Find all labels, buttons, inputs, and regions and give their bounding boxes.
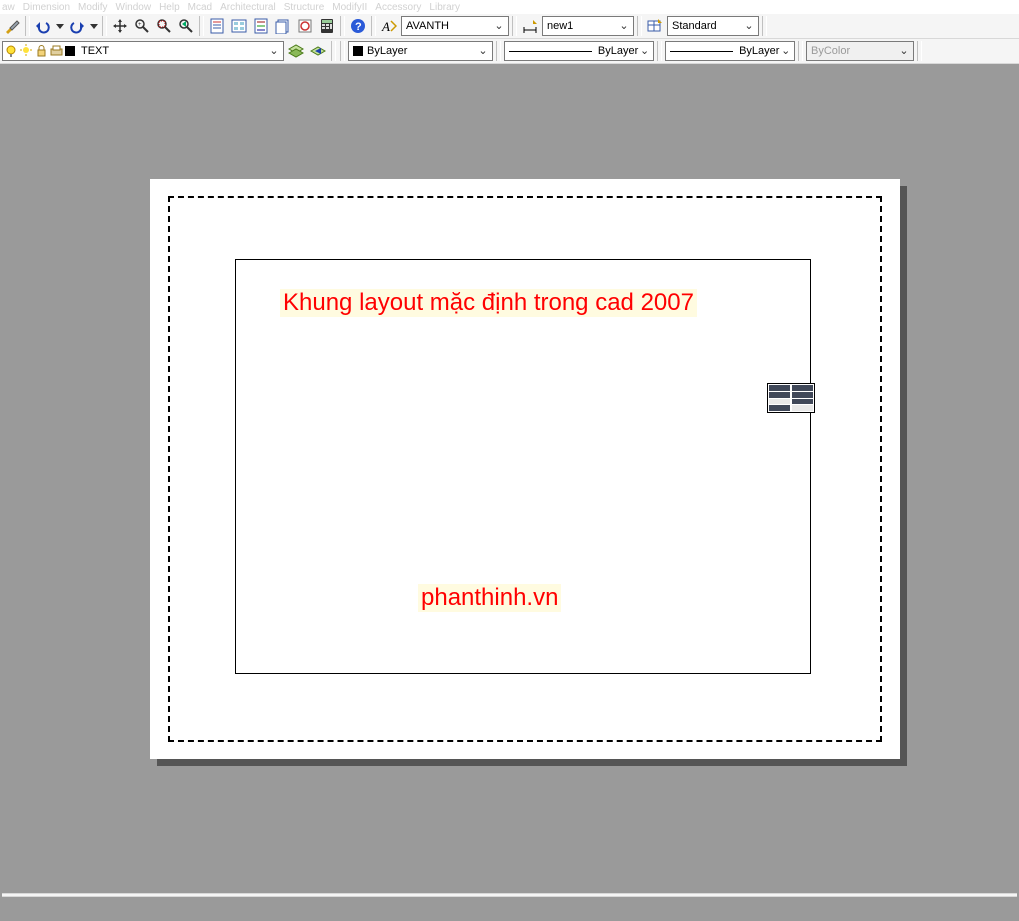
menu-item[interactable]: Library — [429, 2, 460, 10]
separator — [762, 16, 767, 36]
color-swatch — [353, 46, 363, 56]
tool-palettes-icon[interactable] — [251, 16, 271, 36]
table-style-combo[interactable]: Standard ⌄ — [667, 16, 759, 36]
chevron-down-icon: ⌄ — [638, 42, 651, 60]
separator — [199, 16, 204, 36]
lineweight-combo[interactable]: ByLayer ⌄ — [665, 41, 795, 61]
dim-style-combo[interactable]: new1 ⌄ — [542, 16, 634, 36]
quickcalc-icon[interactable] — [317, 16, 337, 36]
linetype-combo[interactable]: ByLayer ⌄ — [504, 41, 654, 61]
zoom-window-icon[interactable] — [154, 16, 174, 36]
plotstyle-value: ByColor — [811, 42, 850, 60]
layer-previous-icon[interactable] — [308, 41, 328, 61]
bottom-bar — [0, 897, 1019, 921]
annotation-watermark: phanthinh.vn — [418, 584, 561, 612]
separator — [637, 16, 642, 36]
separator — [340, 16, 345, 36]
undo-icon[interactable] — [33, 16, 53, 36]
zoom-previous-icon[interactable] — [176, 16, 196, 36]
design-center-icon[interactable] — [229, 16, 249, 36]
lineweight-sample — [670, 51, 733, 52]
dim-style-icon[interactable] — [520, 16, 540, 36]
chevron-down-icon: ⌄ — [897, 42, 911, 60]
bulb-on-icon — [5, 44, 18, 58]
text-style-icon[interactable]: A — [379, 16, 399, 36]
toolbar-row-2: TEXT ⌄ ByLayer ⌄ ByLayer ⌄ ByLayer ⌄ ByC… — [0, 39, 1019, 64]
menu-item[interactable]: Structure — [284, 2, 325, 10]
properties-icon[interactable] — [207, 16, 227, 36]
color-value: ByLayer — [367, 42, 407, 60]
help-icon[interactable]: ? — [348, 16, 368, 36]
separator — [25, 16, 30, 36]
redo-dropdown-icon[interactable] — [89, 16, 99, 36]
undo-dropdown-icon[interactable] — [55, 16, 65, 36]
chevron-down-icon: ⌄ — [742, 17, 756, 35]
text-style-value: AVANTH — [406, 17, 449, 35]
toolbar-row-1: + ? A AVANTH ⌄ new1 ⌄ — [0, 14, 1019, 39]
separator — [340, 41, 345, 61]
sheet-set-icon[interactable] — [273, 16, 293, 36]
menu-item[interactable]: Help — [159, 2, 180, 10]
menubar: aw Dimension Modify Window Help Mcad Arc… — [0, 0, 1019, 14]
lock-icon — [35, 44, 48, 58]
redo-icon[interactable] — [67, 16, 87, 36]
menu-item[interactable]: ModifyII — [332, 2, 367, 10]
menu-item[interactable]: Mcad — [188, 2, 212, 10]
menu-item[interactable]: Window — [116, 2, 152, 10]
menu-item[interactable]: aw — [2, 2, 15, 10]
separator — [798, 41, 803, 61]
menu-item[interactable]: Dimension — [23, 2, 70, 10]
svg-text:?: ? — [355, 21, 362, 33]
text-style-combo[interactable]: AVANTH ⌄ — [401, 16, 509, 36]
table-style-value: Standard — [672, 17, 717, 35]
separator — [512, 16, 517, 36]
layer-name: TEXT — [81, 42, 109, 60]
separator — [371, 16, 376, 36]
sun-icon — [20, 44, 33, 58]
layout-workspace[interactable]: Khung layout mặc định trong cad 2007 pha… — [0, 64, 1019, 921]
dim-style-value: new1 — [547, 17, 573, 35]
table-style-icon[interactable] — [645, 16, 665, 36]
color-combo[interactable]: ByLayer ⌄ — [348, 41, 493, 61]
separator — [102, 16, 107, 36]
layer-properties-icon[interactable] — [286, 41, 306, 61]
chevron-down-icon: ⌄ — [617, 17, 631, 35]
chevron-down-icon: ⌄ — [267, 42, 281, 60]
separator — [331, 41, 336, 61]
lineweight-value: ByLayer — [739, 42, 779, 60]
separator — [657, 41, 662, 61]
chevron-down-icon: ⌄ — [492, 17, 506, 35]
separator — [496, 41, 501, 61]
svg-text:+: + — [138, 22, 142, 28]
plot-icon — [50, 44, 63, 58]
brush-icon[interactable] — [2, 16, 22, 36]
menu-item[interactable]: Modify — [78, 2, 107, 10]
zoom-realtime-icon[interactable]: + — [132, 16, 152, 36]
markup-icon[interactable] — [295, 16, 315, 36]
layer-color-swatch — [65, 46, 75, 56]
annotation-title: Khung layout mặc định trong cad 2007 — [280, 289, 697, 317]
layer-combo[interactable]: TEXT ⌄ — [2, 41, 284, 61]
separator — [917, 41, 922, 61]
drawing-thumbnail — [767, 383, 815, 413]
pan-icon[interactable] — [110, 16, 130, 36]
svg-text:A: A — [381, 19, 390, 34]
linetype-value: ByLayer — [598, 42, 638, 60]
chevron-down-icon: ⌄ — [476, 42, 490, 60]
plotstyle-combo: ByColor ⌄ — [806, 41, 914, 61]
linetype-sample — [509, 51, 592, 52]
chevron-down-icon: ⌄ — [779, 42, 792, 60]
menu-item[interactable]: Architectural — [220, 2, 276, 10]
menu-item[interactable]: Accessory — [375, 2, 421, 10]
